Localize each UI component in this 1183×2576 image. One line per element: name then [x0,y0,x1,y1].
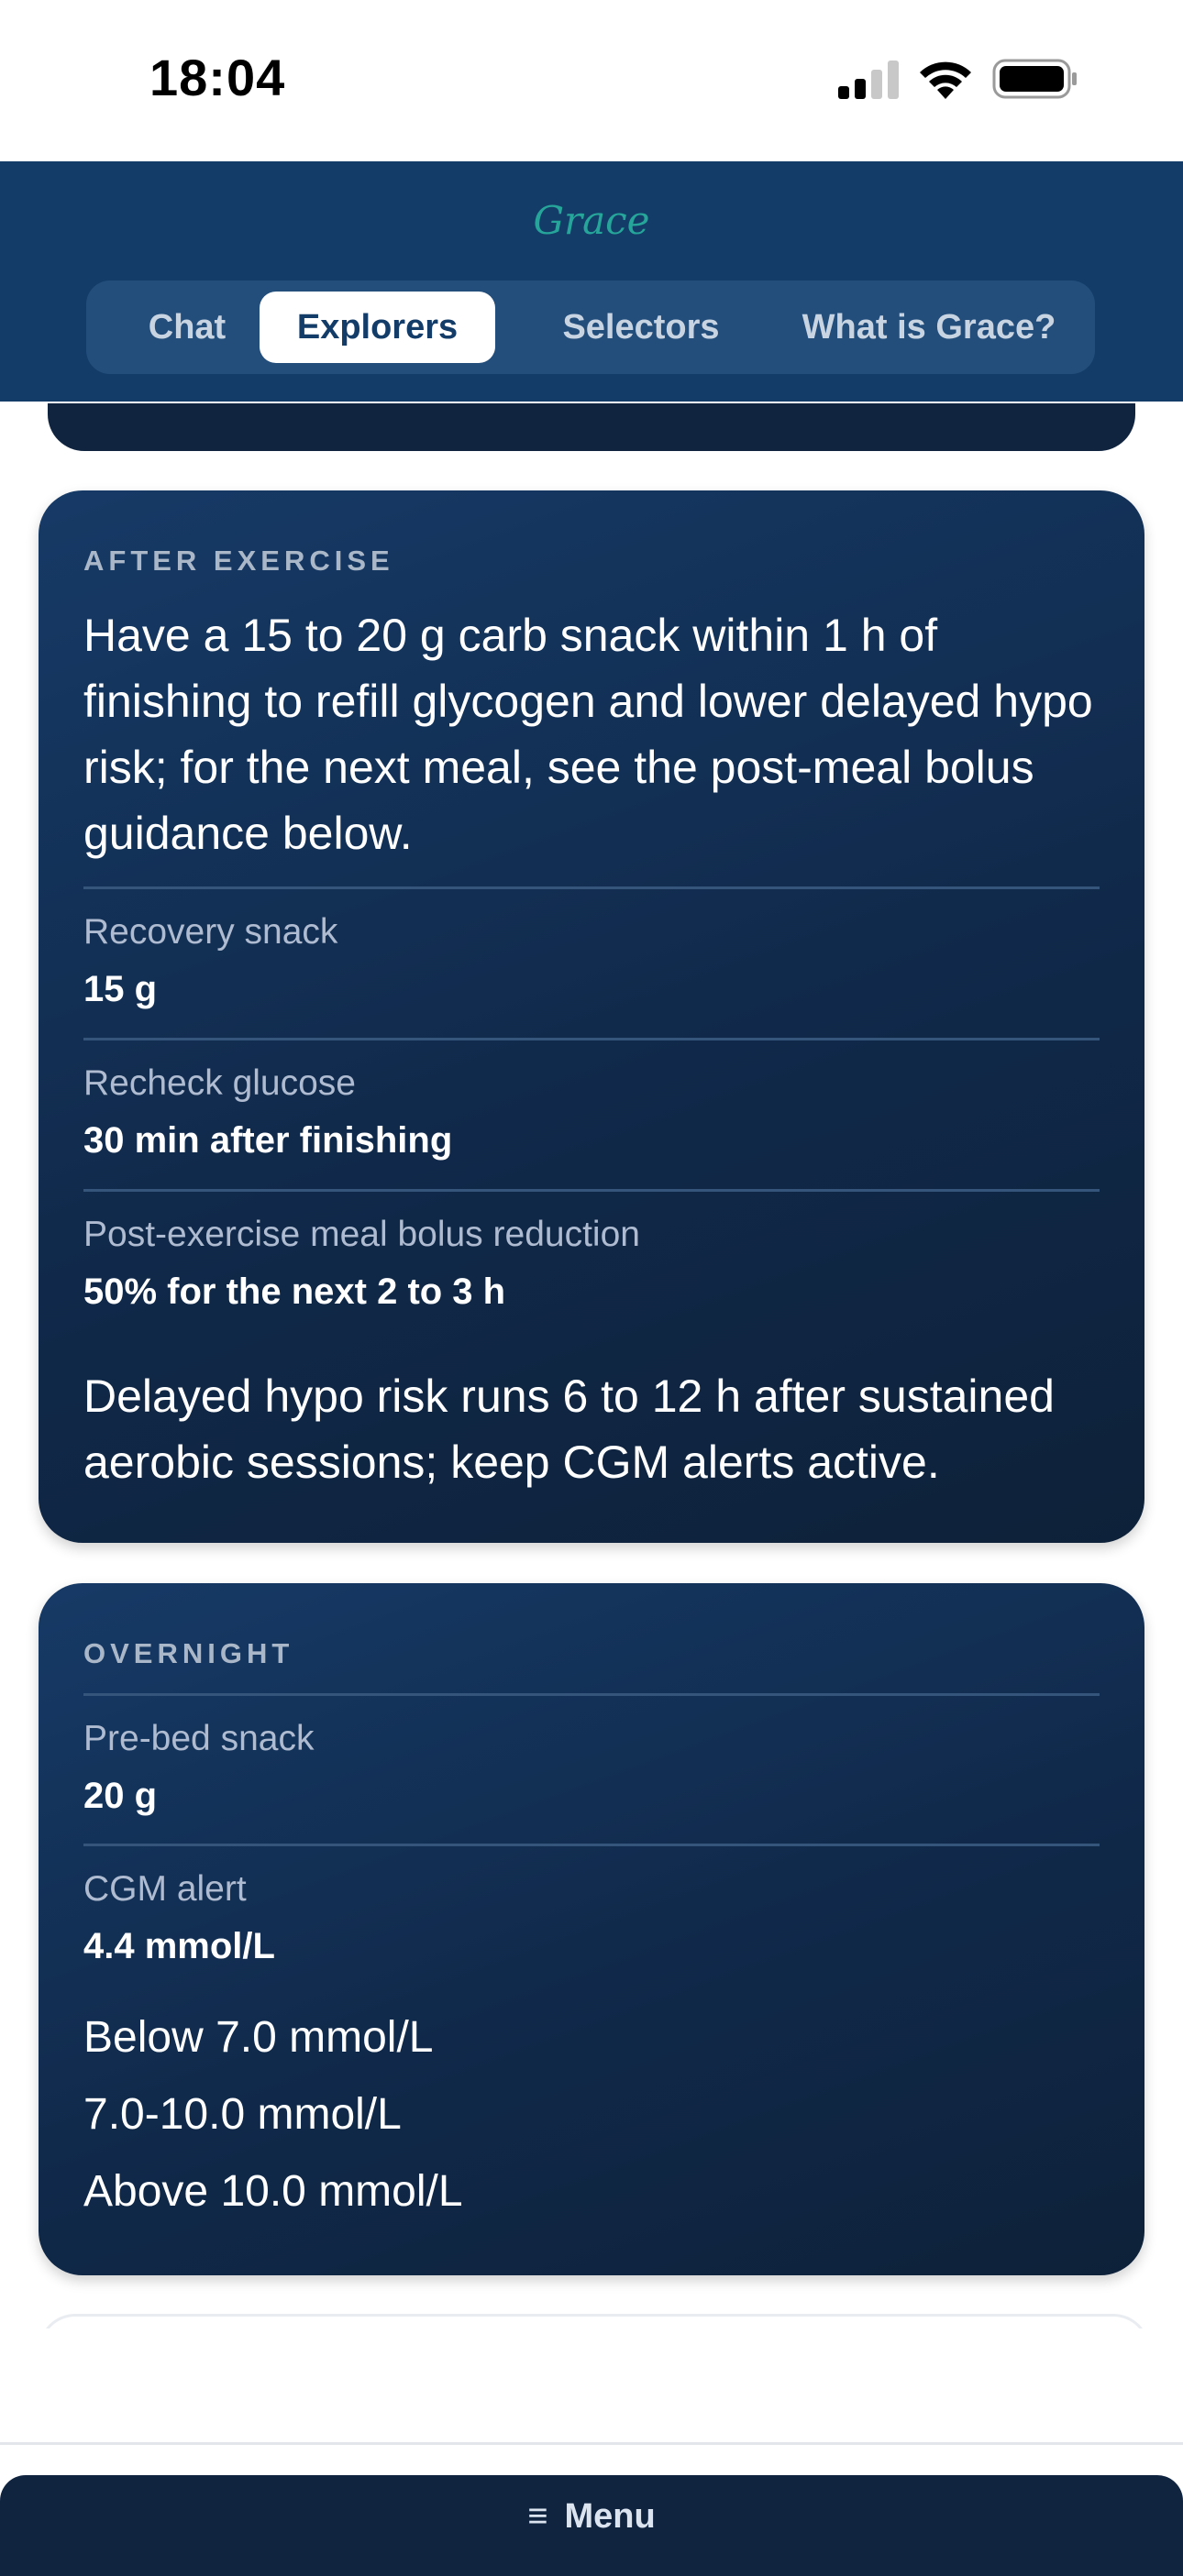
cellular-signal-icon [838,61,899,99]
hamburger-icon: ≡ [527,2497,548,2536]
section-eyebrow: OVERNIGHT [83,1637,294,1669]
row-label: Recheck glucose [83,1063,356,1103]
divider [0,2442,1183,2445]
status-bar: 18:04 [0,0,1183,161]
previous-card-bottom [48,403,1135,451]
row-label: Pre-bed snack [83,1719,315,1758]
row-value: 15 g [83,969,158,1009]
after-exercise-summary: Have a 15 to 20 g carb snack within 1 h … [83,610,1093,859]
divider [83,1693,1100,1696]
main-tabs: Chat Explorers Selectors What is Grace? [86,281,1095,374]
overnight-card: OVERNIGHT Pre-bed snack 20 g CGM alert 4… [39,1583,1144,2275]
row-value: 50% for the next 2 to 3 h [83,1271,506,1312]
glucose-range: 7.0-10.0 mmol/L [83,2090,402,2139]
divider [83,886,1100,889]
glucose-range: Above 10.0 mmol/L [83,2167,463,2216]
brand-logo: Grace [533,198,650,243]
tab-what-is-grace[interactable]: What is Grace? [776,292,1082,363]
row-value: 30 min after finishing [83,1120,453,1161]
row-value: 4.4 mmol/L [83,1926,275,1966]
battery-icon [992,59,1077,99]
status-time: 18:04 [149,49,286,106]
after-exercise-card: AFTER EXERCISE Have a 15 to 20 g carb sn… [39,490,1144,1543]
tab-chat[interactable]: Chat [114,292,260,363]
tab-explorers[interactable]: Explorers [260,292,495,363]
section-eyebrow: AFTER EXERCISE [83,545,394,577]
app-header: Grace Chat Explorers Selectors What is G… [0,161,1183,402]
after-exercise-note: Delayed hypo risk runs 6 to 12 h after s… [83,1371,1055,1488]
wifi-icon [920,61,971,99]
row-value: 20 g [83,1776,158,1816]
row-label: Recovery snack [83,912,338,952]
row-label: Post-exercise meal bolus reduction [83,1215,640,1254]
menu-button[interactable]: ≡ Menu [0,2475,1183,2576]
menu-label: Menu [564,2497,656,2536]
glucose-range: Below 7.0 mmol/L [83,2013,434,2062]
divider [83,1038,1100,1040]
menu-label-wrap: ≡ Menu [0,2497,1183,2537]
scroll-fade [0,2328,1183,2448]
row-label: CGM alert [83,1869,247,1909]
divider [83,1844,1100,1846]
tab-selectors[interactable]: Selectors [517,292,765,363]
divider [83,1189,1100,1192]
